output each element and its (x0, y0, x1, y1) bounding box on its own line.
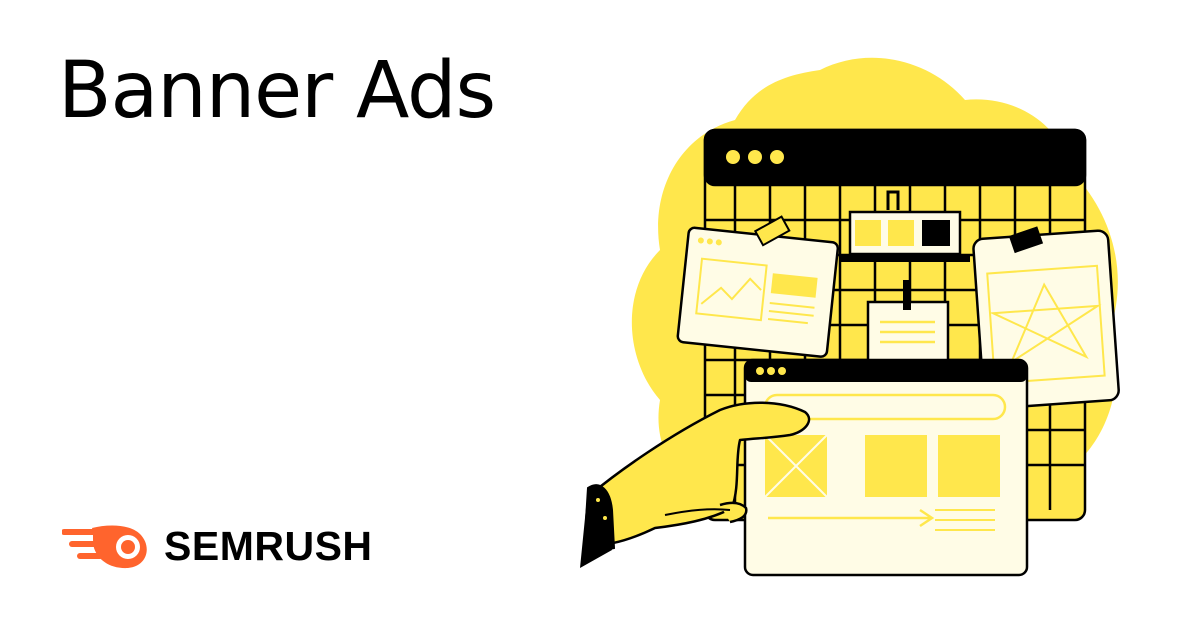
browser-window-front (743, 358, 1029, 577)
semrush-logo[interactable]: SEMRUSH (62, 522, 373, 570)
page-title: Banner Ads (58, 46, 496, 136)
banner-ads-illustration (580, 57, 1120, 577)
semrush-flame-icon (62, 525, 147, 569)
brand-name: SEMRUSH (164, 522, 373, 569)
